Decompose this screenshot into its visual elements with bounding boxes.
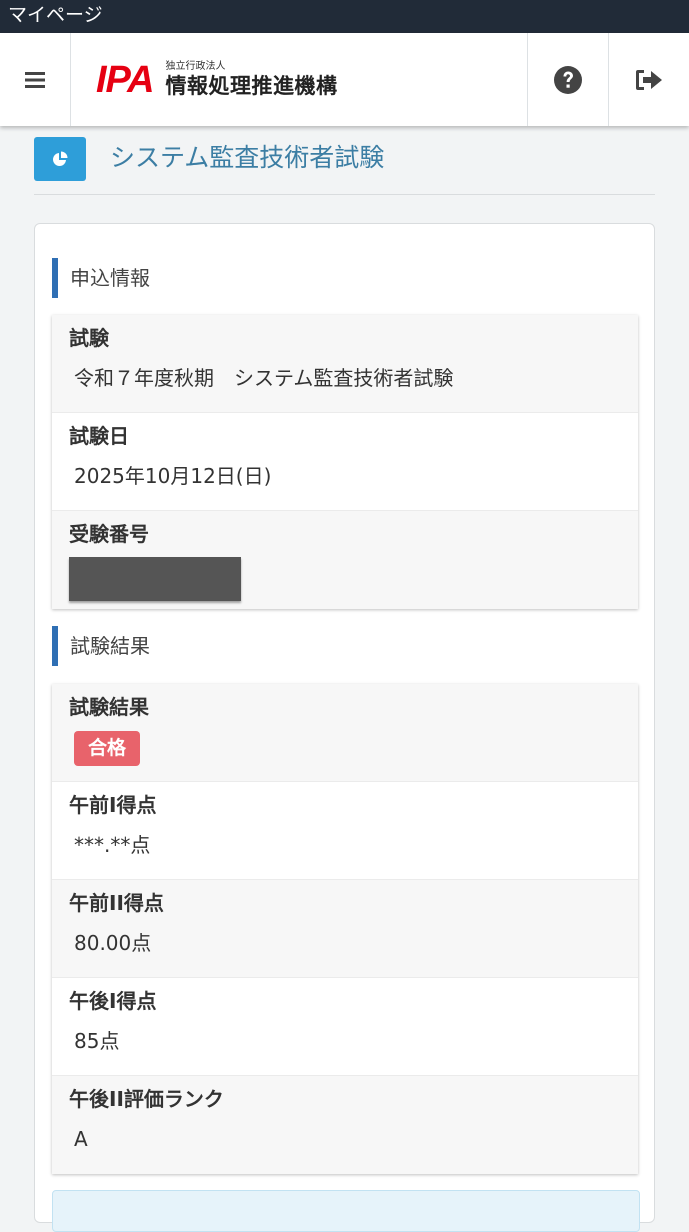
row-label: 午後I得点: [69, 989, 157, 1013]
row-value: ***.**点: [74, 833, 151, 857]
top-navbar: IPA 独立行政法人 情報処理推進機構: [0, 33, 689, 126]
brand-logo[interactable]: IPA 独立行政法人 情報処理推進機構: [71, 33, 527, 126]
org-title: 独立行政法人 情報処理推進機構: [166, 61, 338, 99]
info-row-exam-date: 試験日 2025年10月12日(日): [52, 413, 638, 511]
org-subtitle: 独立行政法人: [165, 60, 226, 72]
window-title: マイページ: [0, 0, 689, 33]
row-label: 午前II得点: [69, 891, 164, 915]
row-value: 85点: [74, 1029, 120, 1053]
result-row-pm1: 午後I得点 85点: [52, 978, 638, 1076]
row-label: 午後II評価ランク: [69, 1087, 224, 1111]
application-card: 試験 令和７年度秋期 システム監査技術者試験 試験日 2025年10月12日(日…: [52, 315, 638, 609]
info-row-examinee-number: 受験番号: [52, 511, 638, 609]
row-label: 試験: [69, 326, 109, 350]
row-label: 試験日: [69, 424, 129, 448]
row-value: A: [74, 1127, 88, 1151]
logout-icon: [636, 69, 662, 90]
section-heading-application: 申込情報: [52, 258, 150, 298]
result-card: 試験結果 合格 午前I得点 ***.**点 午前II得点 80.00点 午後I得…: [52, 684, 638, 1174]
org-name: 情報処理推進機構: [165, 73, 338, 98]
result-row-pm2: 午後II評価ランク A: [52, 1076, 638, 1174]
redacted-examinee-number: [69, 557, 241, 601]
pass-badge: 合格: [74, 731, 141, 766]
result-row-am1: 午前I得点 ***.**点: [52, 782, 638, 880]
section-heading-result: 試験結果: [52, 626, 150, 666]
row-label: 受験番号: [69, 522, 149, 546]
pie-chart-icon: [53, 151, 68, 166]
info-alert: [52, 1190, 640, 1232]
result-row-am2: 午前II得点 80.00点: [52, 880, 638, 978]
row-value: 2025年10月12日(日): [74, 464, 272, 488]
info-row-exam: 試験 令和７年度秋期 システム監査技術者試験: [52, 315, 638, 413]
row-value: 80.00点: [74, 931, 152, 955]
result-row-status: 試験結果 合格: [52, 684, 638, 782]
row-label: 午前I得点: [69, 793, 157, 817]
page-header: システム監査技術者試験: [34, 137, 655, 195]
help-button[interactable]: [527, 33, 608, 126]
menu-button[interactable]: [0, 33, 71, 126]
row-value: 令和７年度秋期 システム監査技術者試験: [74, 366, 454, 390]
ipa-logo: IPA: [96, 58, 155, 101]
row-label: 試験結果: [69, 695, 149, 719]
logout-button[interactable]: [608, 33, 689, 126]
help-icon: [554, 65, 582, 94]
menu-icon: [25, 71, 45, 88]
page-title: システム監査技術者試験: [110, 143, 385, 172]
exam-detail-panel: 申込情報 試験 令和７年度秋期 システム監査技術者試験 試験日 2025年10月…: [34, 223, 655, 1232]
page-icon-box: [34, 137, 86, 181]
